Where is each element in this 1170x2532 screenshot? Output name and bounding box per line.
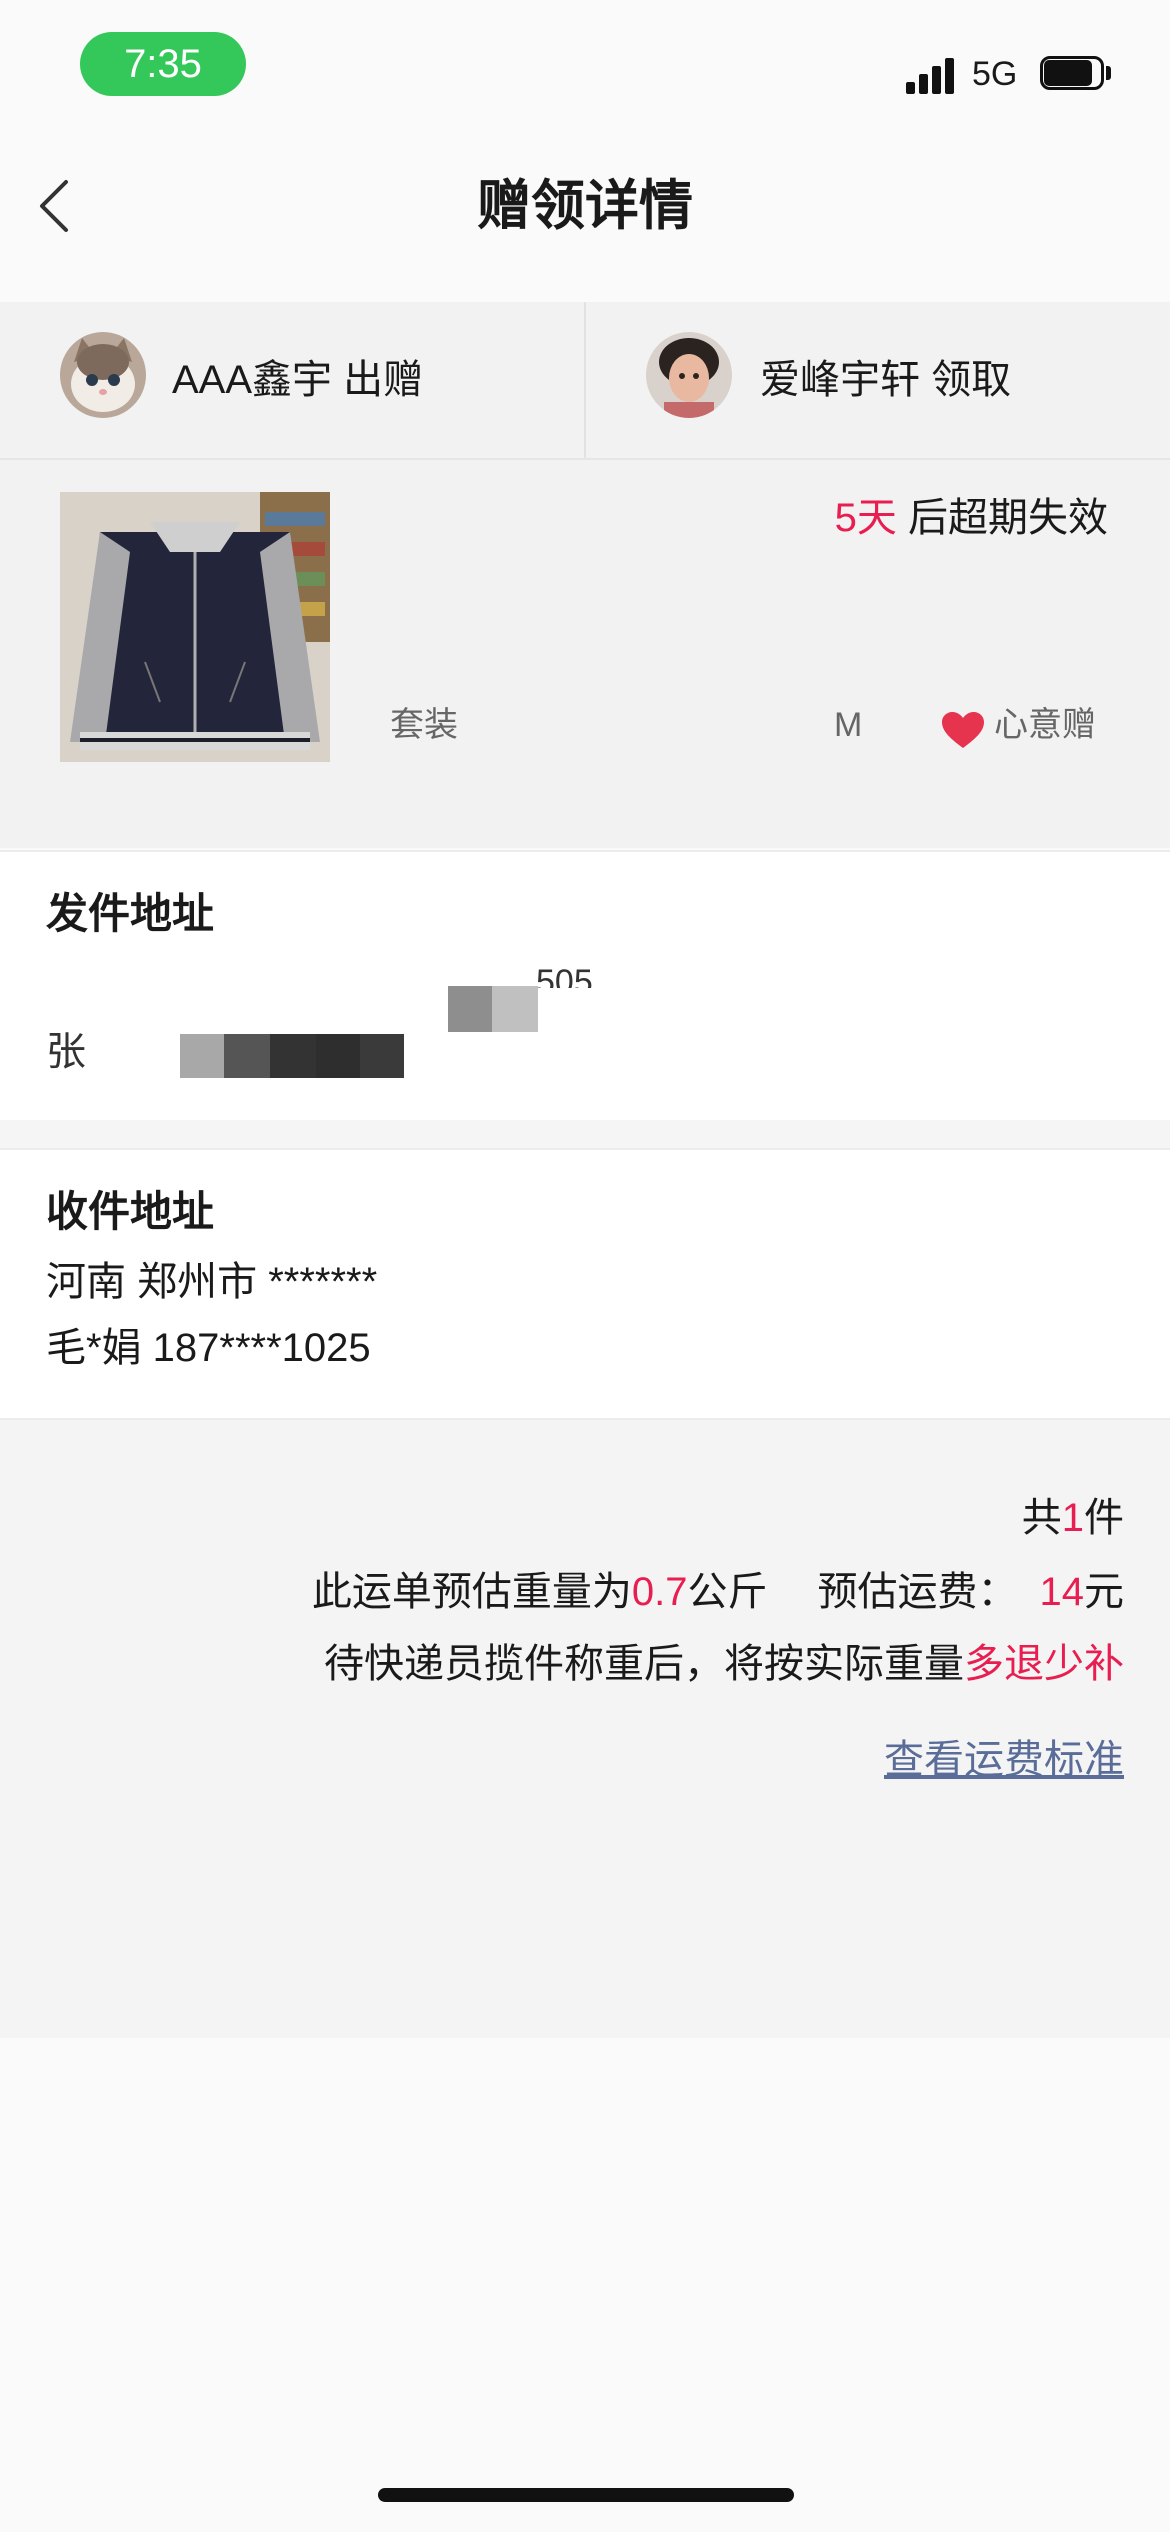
- section-gap: [0, 1120, 1170, 1148]
- redaction-mosaic: [270, 1034, 316, 1078]
- redaction-mosaic: [492, 986, 538, 1032]
- redaction-mosaic: [224, 1034, 270, 1078]
- gift-type: 心意赠: [994, 706, 1096, 744]
- receiver-contact: 毛*娟 187****1025: [46, 1326, 371, 1370]
- battery-level: [1044, 60, 1092, 86]
- redaction-mask: [90, 1078, 180, 1120]
- receiver-name: 爱峰宇轩 领取: [760, 358, 1012, 402]
- redaction-mosaic: [316, 1034, 360, 1078]
- item-count: 共1件: [1021, 1496, 1124, 1540]
- network-type: 5G: [972, 55, 1018, 93]
- home-indicator[interactable]: [378, 2488, 794, 2502]
- fee-standard-link[interactable]: 查看运费标准: [884, 1732, 1124, 1788]
- item-name: 套装: [390, 706, 458, 744]
- heart-icon: [940, 710, 986, 750]
- signal-icon: [906, 56, 958, 94]
- item-size: M: [834, 706, 863, 744]
- giver-name: AAA鑫宇 出赠: [172, 358, 424, 402]
- redaction-mosaic: [448, 986, 492, 1032]
- redaction-mask: [314, 1078, 360, 1120]
- receiver-avatar[interactable]: [646, 332, 732, 418]
- weight-note: 待快递员揽件称重后，将按实际重量多退少补: [324, 1642, 1124, 1686]
- sender-phone-fragment: 505: [536, 963, 593, 988]
- giver-avatar[interactable]: [60, 332, 146, 418]
- receiver-region: 河南 郑州市 *******: [46, 1260, 378, 1304]
- redaction-mosaic: [360, 1034, 404, 1078]
- page-title: 赠领详情: [477, 176, 693, 236]
- receiver-address-title: 收件地址: [46, 1188, 215, 1235]
- expiry-notice: 5天 后超期失效: [834, 496, 1108, 540]
- status-time: 7:35: [80, 32, 246, 96]
- sender-name: 张: [46, 1030, 86, 1074]
- item-photo[interactable]: [60, 492, 330, 762]
- divider: [584, 302, 586, 458]
- shipping-info: [0, 1418, 1170, 2038]
- sender-address-title: 发件地址: [46, 890, 215, 937]
- weight-and-fee: 此运单预估重量为0.7公斤 预估运费： 14元: [311, 1570, 1124, 1614]
- battery-nub: [1106, 66, 1111, 80]
- redaction-mosaic: [180, 1034, 224, 1078]
